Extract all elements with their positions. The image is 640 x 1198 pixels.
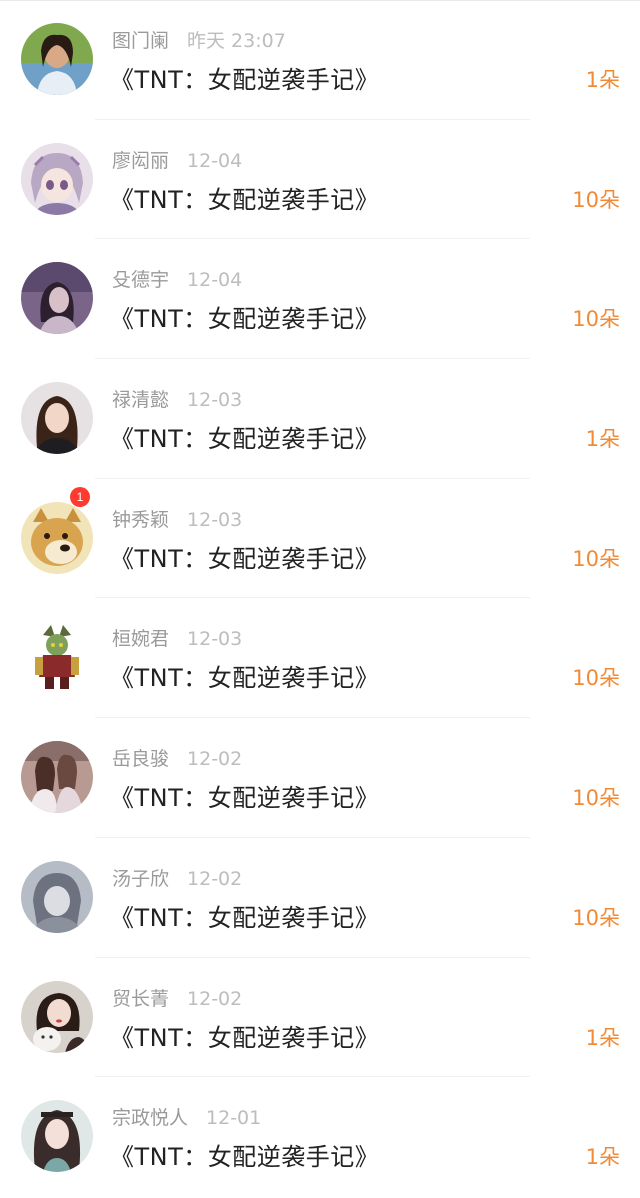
user-avatar[interactable]: [21, 382, 93, 455]
user-avatar[interactable]: [21, 142, 93, 215]
book-title[interactable]: 《TNT：女配逆袭手记》: [110, 1018, 379, 1053]
list-item[interactable]: 岳良骏 12-02 《TNT：女配逆袭手记》 10朵: [0, 718, 640, 838]
book-title[interactable]: 《TNT：女配逆袭手记》: [110, 180, 379, 215]
item-time: 12-04: [187, 149, 243, 172]
item-time: 12-03: [187, 389, 243, 412]
flower-count: 10朵: [572, 307, 620, 332]
user-name[interactable]: 宗政悦人: [112, 1107, 188, 1129]
user-avatar[interactable]: [21, 23, 93, 95]
user-name[interactable]: 岳良骏: [112, 748, 169, 770]
notification-badge: 1: [70, 486, 90, 507]
list-item[interactable]: 廖闳丽 12-04 《TNT：女配逆袭手记》 10朵: [0, 120, 640, 240]
item-meta: 廖闳丽 12-04: [112, 148, 242, 174]
item-time: 昨天 23:07: [187, 30, 286, 52]
item-meta: 桓婉君 12-03: [112, 626, 242, 652]
user-name[interactable]: 图门阑: [112, 30, 169, 52]
flower-count: 10朵: [572, 786, 620, 811]
user-avatar[interactable]: [21, 501, 93, 574]
user-avatar[interactable]: [21, 860, 93, 933]
list-item[interactable]: 桓婉君 12-03 《TNT：女配逆袭手记》 10朵: [0, 598, 640, 719]
flower-count: 10朵: [572, 187, 620, 212]
item-meta: 贸长菁 12-02: [112, 986, 242, 1012]
user-avatar[interactable]: [21, 262, 93, 335]
gift-record-list: 图门阑 昨天 23:07 《TNT：女配逆袭手记》 1朵 廖闳丽 12-04 《TN…: [0, 0, 640, 1197]
list-item[interactable]: 贸长菁 12-02 《TNT：女配逆袭手记》 1朵: [0, 958, 640, 1078]
book-title[interactable]: 《TNT：女配逆袭手记》: [110, 60, 379, 95]
list-item[interactable]: 图门阑 昨天 23:07 《TNT：女配逆袭手记》 1朵: [0, 0, 640, 120]
list-item[interactable]: 宗政悦人 12-01 《TNT：女配逆袭手记》 1朵: [0, 1077, 640, 1197]
item-time: 12-02: [187, 748, 243, 771]
item-meta: 禄清懿 12-03: [112, 387, 242, 413]
list-item[interactable]: 汤子欣 12-02 《TNT：女配逆袭手记》 10朵: [0, 838, 640, 958]
item-time: 12-03: [187, 508, 243, 531]
item-meta: 钟秀颖 12-03: [112, 507, 242, 533]
book-title[interactable]: 《TNT：女配逆袭手记》: [110, 539, 379, 574]
flower-count: 1朵: [585, 427, 620, 452]
user-name[interactable]: 廖闳丽: [112, 150, 169, 172]
item-meta: 殳德宇 12-04: [112, 267, 242, 293]
flower-count: 1朵: [585, 68, 620, 92]
book-title[interactable]: 《TNT：女配逆袭手记》: [110, 898, 379, 933]
user-name[interactable]: 钟秀颖: [112, 509, 169, 531]
user-name[interactable]: 禄清懿: [112, 389, 169, 411]
flower-count: 1朵: [585, 1025, 620, 1050]
list-item[interactable]: 1 钟秀颖 12-03 《TNT：女配逆袭手记》 10朵: [0, 479, 640, 599]
book-title[interactable]: 《TNT：女配逆袭手记》: [110, 299, 379, 334]
item-meta: 汤子欣 12-02: [112, 866, 242, 892]
flower-count: 10朵: [572, 546, 620, 571]
list-item[interactable]: 禄清懿 12-03 《TNT：女配逆袭手记》 1朵: [0, 359, 640, 479]
book-title[interactable]: 《TNT：女配逆袭手记》: [110, 778, 379, 813]
item-time: 12-03: [187, 628, 243, 651]
book-title[interactable]: 《TNT：女配逆袭手记》: [110, 658, 379, 693]
item-time: 12-04: [187, 269, 243, 292]
list-item[interactable]: 殳德宇 12-04 《TNT：女配逆袭手记》 10朵: [0, 239, 640, 360]
flower-count: 10朵: [572, 666, 620, 691]
user-avatar[interactable]: [21, 621, 93, 694]
user-avatar[interactable]: [21, 741, 93, 814]
flower-count: 1朵: [585, 1145, 620, 1170]
item-time: 12-01: [206, 1107, 262, 1130]
user-name[interactable]: 桓婉君: [112, 628, 169, 650]
item-meta: 图门阑 昨天 23:07: [112, 28, 286, 54]
user-avatar[interactable]: [21, 980, 93, 1053]
book-title[interactable]: 《TNT：女配逆袭手记》: [110, 419, 379, 454]
user-avatar[interactable]: [21, 1100, 93, 1173]
user-name[interactable]: 殳德宇: [112, 269, 169, 291]
item-time: 12-02: [187, 867, 243, 890]
user-name[interactable]: 贸长菁: [112, 988, 169, 1010]
flower-count: 10朵: [572, 905, 620, 930]
book-title[interactable]: 《TNT：女配逆袭手记》: [110, 1137, 379, 1172]
item-meta: 岳良骏 12-02: [112, 746, 242, 772]
item-meta: 宗政悦人 12-01: [112, 1105, 261, 1131]
user-name[interactable]: 汤子欣: [112, 868, 169, 890]
item-time: 12-02: [187, 987, 243, 1010]
